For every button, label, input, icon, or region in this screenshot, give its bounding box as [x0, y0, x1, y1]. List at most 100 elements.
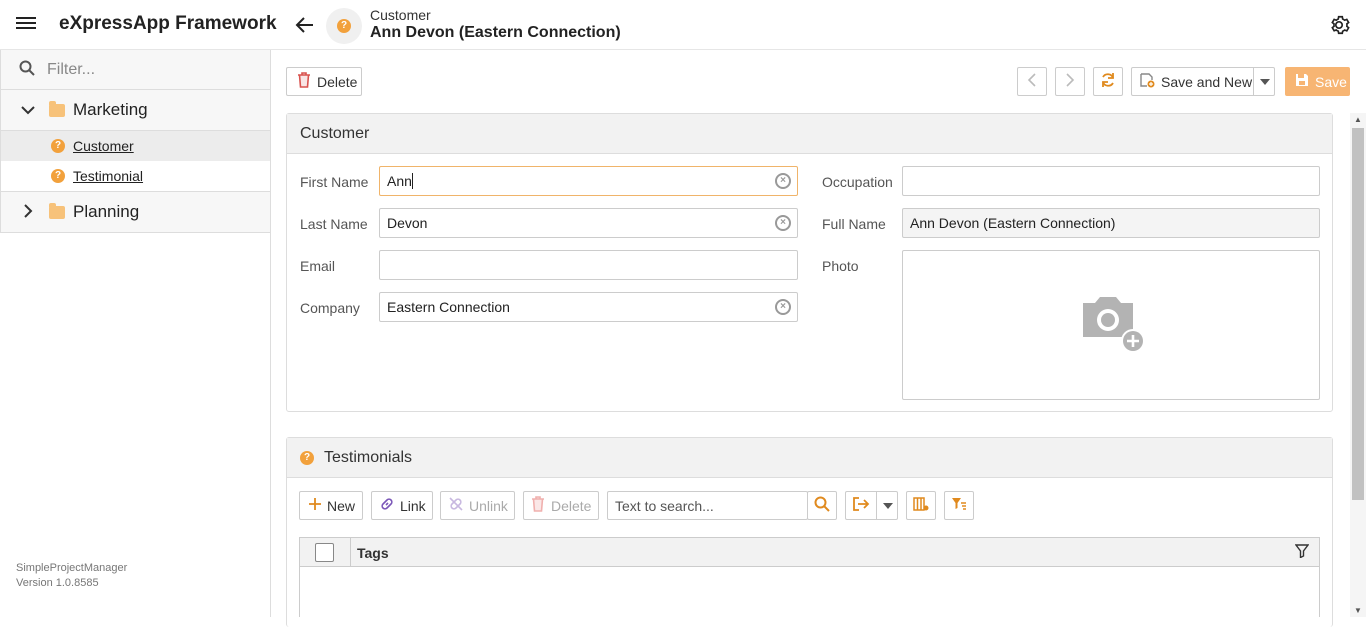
filter-box[interactable]: Filter... [0, 50, 270, 90]
text-caret [411, 173, 413, 189]
last-name-value: Devon [387, 215, 428, 231]
sidebar-group-planning[interactable]: Planning [0, 192, 270, 233]
refresh-button[interactable] [1093, 67, 1123, 96]
photo-label: Photo [822, 258, 859, 274]
full-name-field: Ann Devon (Eastern Connection) [902, 208, 1320, 238]
unlink-button[interactable]: Unlink [440, 491, 515, 520]
company-label: Company [300, 300, 360, 316]
top-bar: eXpressApp Framework ? Customer Ann Devo… [0, 0, 1366, 50]
first-name-field[interactable]: Ann × [379, 166, 798, 196]
question-icon: ? [51, 139, 65, 153]
menu-icon[interactable] [16, 14, 36, 34]
chevron-down-icon[interactable] [21, 102, 35, 118]
view-subtitle: Customer [370, 7, 431, 23]
sidebar-group-marketing[interactable]: Marketing [0, 90, 270, 131]
columns-icon [913, 496, 929, 515]
full-name-value: Ann Devon (Eastern Connection) [910, 215, 1116, 231]
save-new-icon [1139, 72, 1155, 91]
save-button[interactable]: Save [1285, 67, 1350, 96]
chevron-left-icon [1027, 73, 1037, 90]
save-and-new-label: Save and New [1161, 73, 1253, 90]
sidebar: Filter... Marketing ? Customer ? Testimo… [0, 50, 271, 617]
sidebar-item-customer[interactable]: ? Customer [0, 131, 270, 161]
occupation-label: Occupation [822, 174, 893, 190]
trash-icon [531, 496, 545, 515]
link-button[interactable]: Link [371, 491, 433, 520]
save-label: Save [1315, 73, 1347, 90]
footer-app-name: SimpleProjectManager [16, 562, 128, 574]
view-title: Ann Devon (Eastern Connection) [370, 24, 621, 41]
search-input[interactable]: Text to search... [607, 491, 808, 520]
previous-record-button[interactable] [1017, 67, 1047, 96]
scroll-down-icon[interactable]: ▼ [1354, 606, 1362, 615]
save-and-new-button[interactable]: Save and New [1131, 67, 1275, 96]
sidebar-group-label: Marketing [73, 100, 148, 119]
full-name-label: Full Name [822, 216, 886, 232]
clear-icon[interactable]: × [775, 173, 791, 189]
trash-icon [297, 72, 311, 91]
caret-down-icon[interactable] [1253, 68, 1275, 95]
export-button[interactable] [845, 491, 898, 520]
new-label: New [327, 497, 356, 514]
company-value: Eastern Connection [387, 299, 510, 315]
app-footer: SimpleProjectManager Version 1.0.8585 [16, 561, 127, 591]
view-avatar: ? [326, 8, 362, 44]
filter-input[interactable]: Filter... [47, 61, 95, 79]
delete-label: Delete [317, 73, 358, 90]
select-all-checkbox[interactable] [315, 543, 334, 562]
sidebar-item-label[interactable]: Customer [73, 138, 134, 154]
delete-link-button[interactable]: Delete [523, 491, 599, 520]
testimonials-card-header: ? Testimonials [287, 438, 1332, 478]
question-icon: ? [51, 169, 65, 183]
filter-list-icon [951, 496, 967, 515]
sidebar-item-label[interactable]: Testimonial [73, 168, 143, 184]
filter-icon[interactable] [1294, 544, 1310, 561]
filter-builder-button[interactable] [944, 491, 974, 520]
caret-down-icon[interactable] [876, 492, 898, 519]
chevron-right-icon[interactable] [21, 203, 35, 221]
clear-icon[interactable]: × [775, 299, 791, 315]
scroll-up-icon[interactable]: ▲ [1354, 115, 1362, 124]
clear-icon[interactable]: × [775, 215, 791, 231]
search-icon [19, 60, 35, 79]
chevron-right-icon [1065, 73, 1075, 90]
link-icon [379, 496, 395, 515]
add-photo-icon [1073, 293, 1149, 358]
folder-icon [49, 202, 65, 219]
occupation-field[interactable] [902, 166, 1320, 196]
first-name-value: Ann [387, 173, 412, 189]
column-chooser-button[interactable] [906, 491, 936, 520]
floppy-disk-icon [1295, 73, 1309, 90]
customer-card-header: Customer [287, 114, 1332, 154]
grid-header: Tags [299, 537, 1320, 567]
search-icon [814, 496, 830, 515]
next-record-button[interactable] [1055, 67, 1085, 96]
gear-icon[interactable] [1328, 14, 1350, 36]
app-title: eXpressApp Framework [59, 13, 277, 34]
grid-body [299, 567, 1320, 617]
testimonials-title: Testimonials [324, 448, 413, 466]
back-arrow-icon[interactable] [294, 14, 316, 40]
refresh-icon [1100, 72, 1116, 91]
question-icon: ? [337, 19, 351, 33]
last-name-field[interactable]: Devon × [379, 208, 798, 238]
vertical-scrollbar[interactable]: ▲ ▼ [1350, 113, 1366, 617]
link-label: Link [400, 497, 426, 514]
unlink-icon [448, 496, 464, 515]
first-name-label: First Name [300, 174, 369, 190]
sidebar-item-testimonial[interactable]: ? Testimonial [0, 161, 270, 191]
delete-link-label: Delete [551, 497, 592, 514]
search-button[interactable] [807, 491, 837, 520]
email-field[interactable] [379, 250, 798, 280]
photo-upload[interactable] [902, 250, 1320, 400]
folder-icon [49, 100, 65, 117]
column-divider [350, 538, 351, 567]
delete-button[interactable]: Delete [286, 67, 362, 96]
new-button[interactable]: New [299, 491, 363, 520]
scrollbar-thumb[interactable] [1352, 128, 1364, 500]
company-field[interactable]: Eastern Connection × [379, 292, 798, 322]
unlink-label: Unlink [469, 497, 508, 514]
column-header-tags[interactable]: Tags [357, 545, 389, 561]
plus-icon [308, 497, 322, 514]
question-icon: ? [300, 450, 314, 465]
